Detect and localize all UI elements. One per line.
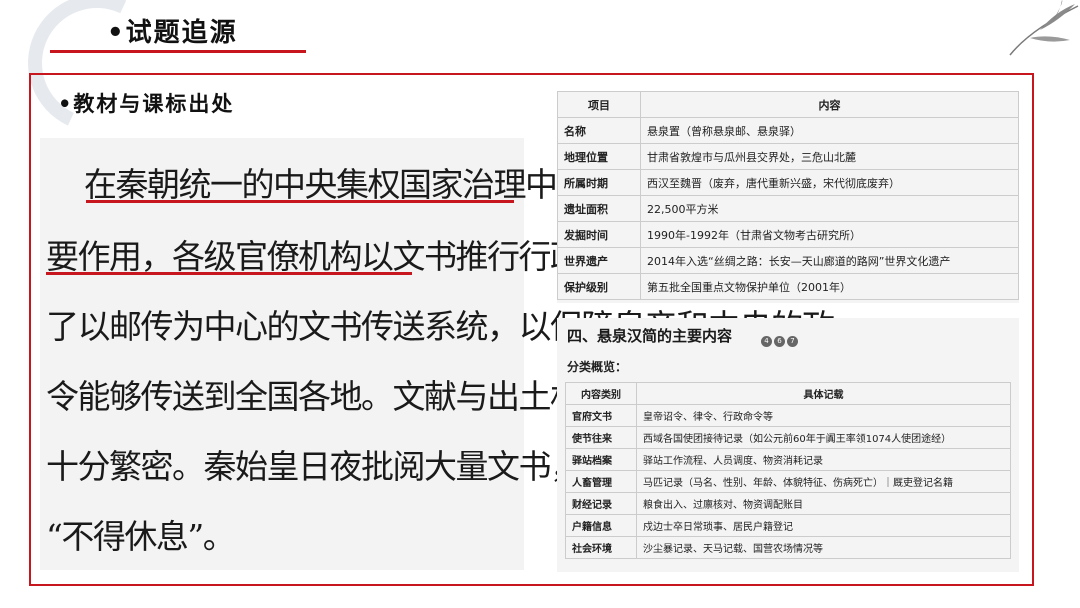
table-row: 遗址面积 22,500平方米: [557, 195, 1019, 222]
reference-marker[interactable]: 4: [761, 336, 772, 347]
xuanquan-info-table: 项目 内容 名称 悬泉置（曾称悬泉邮、悬泉驿） 地理位置 甘肃省敦煌市与瓜州县交界处…: [557, 91, 1019, 303]
table-row: 地理位置 甘肃省敦煌市与瓜州县交界处，三危山北麓: [557, 143, 1019, 170]
highlight-underline: [86, 200, 514, 203]
table-row: 发掘时间 1990年-1992年（甘肃省文物考古研究所）: [557, 221, 1019, 248]
table-header: 内容: [640, 91, 1019, 118]
table-row: 世界遗产 2014年入选“丝绸之路：长安—天山廊道的路网”世界文化遗产: [557, 247, 1019, 274]
highlight-underline: [46, 272, 412, 275]
reference-marker[interactable]: 6: [774, 336, 785, 347]
table-header: 内容类别: [565, 382, 637, 405]
reference-marker[interactable]: 7: [787, 336, 798, 347]
section-heading: 四、悬泉汉简的主要内容: [567, 327, 733, 345]
text-line: “不得休息”。: [46, 517, 236, 556]
table-row: 社会环境 沙尘暴记录、天马记载、国营农场情况等: [565, 536, 1011, 559]
table-row: 财经记录 粮食出入、过廪核对、物资调配账目: [565, 492, 1011, 515]
table-row: 户籍信息 戍边士卒日常琐事、居民户籍登记: [565, 514, 1011, 537]
table-row: 保护级别 第五批全国重点文物保护单位（2001年）: [557, 273, 1019, 300]
table-row: 所属时期 西汉至魏晋（废弃，唐代重新兴盛，宋代彻底废弃）: [557, 169, 1019, 196]
table-row: 人畜管理 马匹记录（马名、性别、年龄、体貌特征、伤病死亡）｜厩吏登记名籍: [565, 470, 1011, 493]
title-underline: [50, 50, 306, 53]
table-row: 使节往来 西域各国使团接待记录（如公元前60年于阗王率领1074人使团途经）: [565, 426, 1011, 449]
textbook-excerpt: 在秦朝统一的中央集权国家治理中，文书发挥着重 要作用，各级官僚机构以文书推行行政…: [40, 138, 835, 570]
bamboo-leaf-decoration: [1009, 0, 1079, 56]
section-subtitle: •教材与课标出处: [58, 91, 235, 116]
table-header: 项目: [557, 91, 641, 118]
slips-content-panel: 四、悬泉汉简的主要内容 467 分类概览： 内容类别 具体记载 官府文书 皇帝诏令…: [557, 318, 1019, 572]
table-row: 名称 悬泉置（曾称悬泉邮、悬泉驿）: [557, 117, 1019, 144]
table-row: 驿站档案 驿站工作流程、人员调度、物资消耗记录: [565, 448, 1011, 471]
table-row: 官府文书 皇帝诏令、律令、行政命令等: [565, 404, 1011, 427]
table-header: 具体记载: [636, 382, 1011, 405]
content-category-table: 内容类别 具体记载 官府文书 皇帝诏令、律令、行政命令等 使节往来 西域各国使团接待…: [565, 382, 1011, 559]
reference-markers: 467: [761, 328, 800, 347]
overview-label: 分类概览：: [567, 360, 628, 374]
page-title: •试题追源: [107, 18, 238, 48]
